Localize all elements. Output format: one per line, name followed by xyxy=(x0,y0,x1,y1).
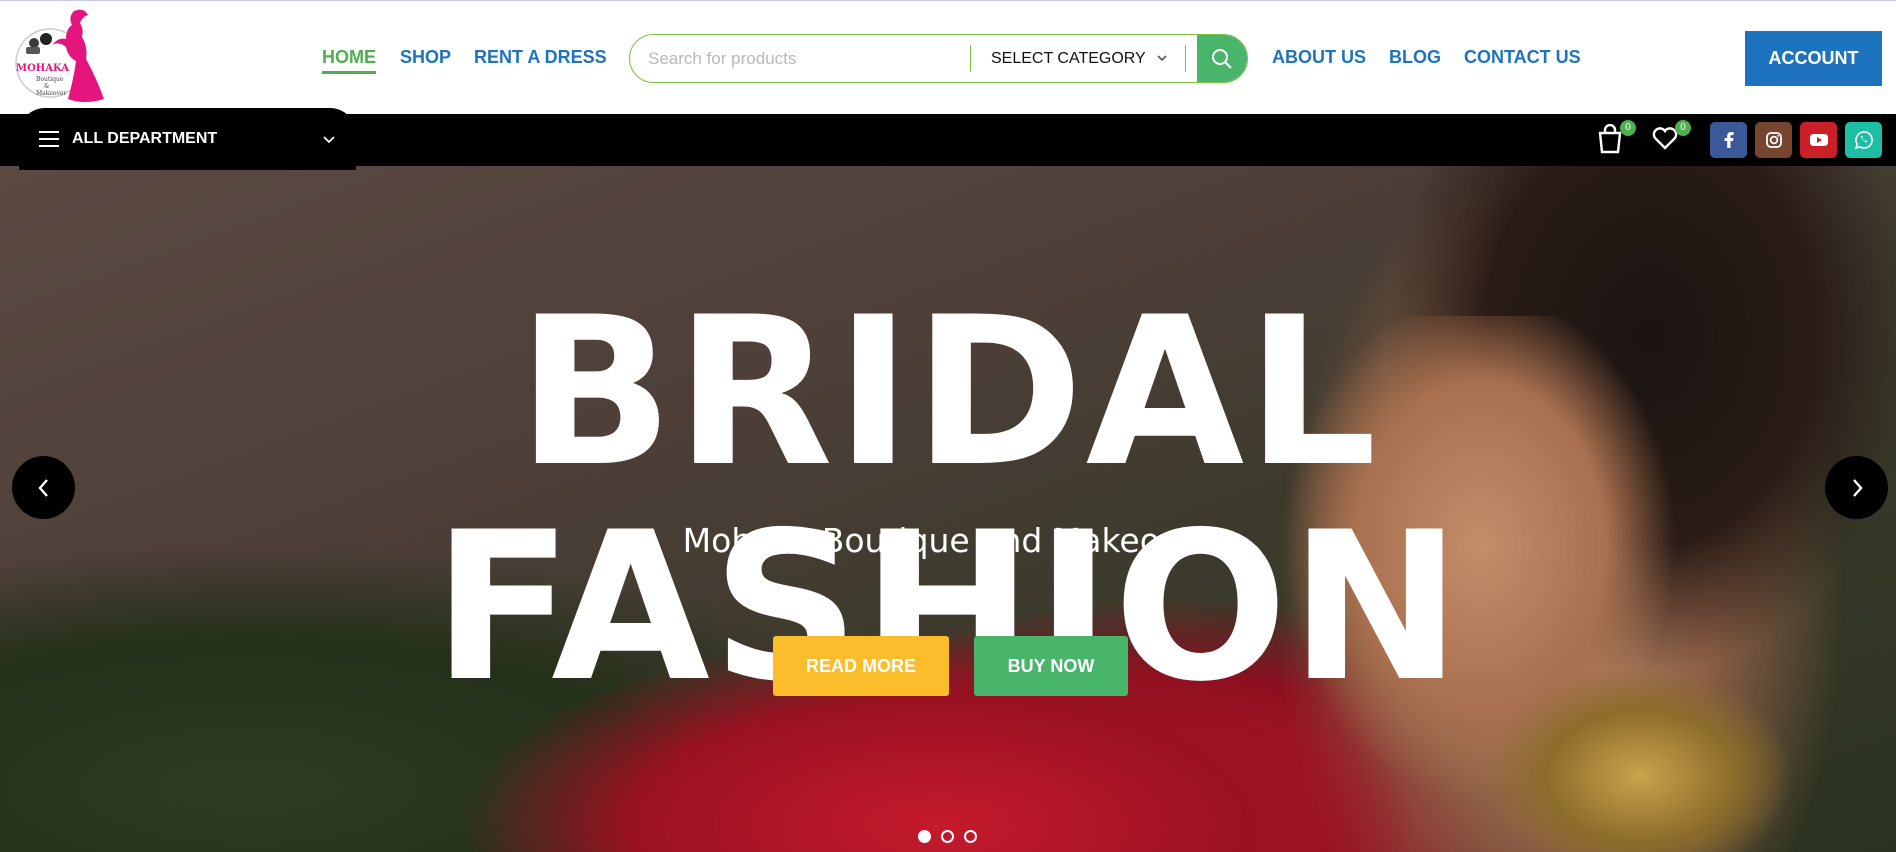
category-select[interactable]: SELECT CATEGORY xyxy=(991,35,1146,82)
facebook-link[interactable] xyxy=(1710,122,1747,158)
whatsapp-icon xyxy=(1854,131,1873,150)
read-more-button[interactable]: READ MORE xyxy=(773,636,949,696)
instagram-icon xyxy=(1765,132,1782,148)
site-logo[interactable]: MOHAKA Boutique & Makeover xyxy=(14,5,124,109)
hero-subtitle: Mohaka Boutique and Makeover xyxy=(682,521,1214,560)
facebook-icon xyxy=(1724,132,1734,148)
chevron-right-icon xyxy=(1852,478,1863,497)
nav-about-us[interactable]: ABOUT US xyxy=(1272,47,1366,68)
nav-shop[interactable]: SHOP xyxy=(400,47,451,68)
buy-now-button[interactable]: BUY NOW xyxy=(974,636,1128,696)
slider-dot-2[interactable] xyxy=(941,830,954,843)
whatsapp-link[interactable] xyxy=(1845,122,1882,158)
nav-home[interactable]: HOME xyxy=(322,47,376,74)
search-button[interactable] xyxy=(1197,35,1247,82)
menu-icon xyxy=(39,131,59,147)
slider-next-button[interactable] xyxy=(1825,456,1888,519)
wishlist-count-badge: 0 xyxy=(1675,120,1691,136)
account-button[interactable]: ACCOUNT xyxy=(1745,31,1882,86)
logo-brand-text: MOHAKA xyxy=(16,63,69,74)
logo-tagline-3: Makeover xyxy=(36,90,66,97)
cart-button[interactable]: 0 xyxy=(1596,120,1636,156)
slider-dot-1[interactable] xyxy=(918,830,931,843)
site-header: MOHAKA Boutique & Makeover HOME SHOP REN… xyxy=(0,0,1896,114)
slider-dot-3[interactable] xyxy=(964,830,977,843)
logo-graphic: MOHAKA Boutique & Makeover xyxy=(15,9,104,103)
search-divider xyxy=(1185,45,1186,72)
youtube-link[interactable] xyxy=(1800,122,1837,158)
search-bar: SELECT CATEGORY xyxy=(629,34,1248,83)
chevron-left-icon xyxy=(37,478,48,497)
cart-count-badge: 0 xyxy=(1620,120,1636,136)
chevron-down-icon xyxy=(323,136,335,144)
all-department-dropdown[interactable]: ALL DEPARTMENT xyxy=(19,108,356,170)
nav-contact-us[interactable]: CONTACT US xyxy=(1464,47,1581,68)
instagram-link[interactable] xyxy=(1755,122,1792,158)
search-input[interactable] xyxy=(648,35,988,82)
search-icon xyxy=(1212,48,1232,69)
hero-slider: BRIDAL FASHION Mohaka Boutique and Makeo… xyxy=(0,166,1896,852)
slider-prev-button[interactable] xyxy=(12,456,75,519)
all-department-label: ALL DEPARTMENT xyxy=(72,130,218,147)
nav-rent-a-dress[interactable]: RENT A DRESS xyxy=(474,47,607,68)
slider-pagination xyxy=(918,830,977,843)
logo-tagline-1: Boutique xyxy=(36,76,64,83)
chevron-down-icon xyxy=(1157,55,1167,62)
youtube-icon xyxy=(1809,134,1828,146)
logo-tagline-2: & xyxy=(44,83,50,90)
search-divider xyxy=(970,45,971,72)
wishlist-button[interactable]: 0 xyxy=(1651,120,1691,156)
nav-blog[interactable]: BLOG xyxy=(1389,47,1441,68)
